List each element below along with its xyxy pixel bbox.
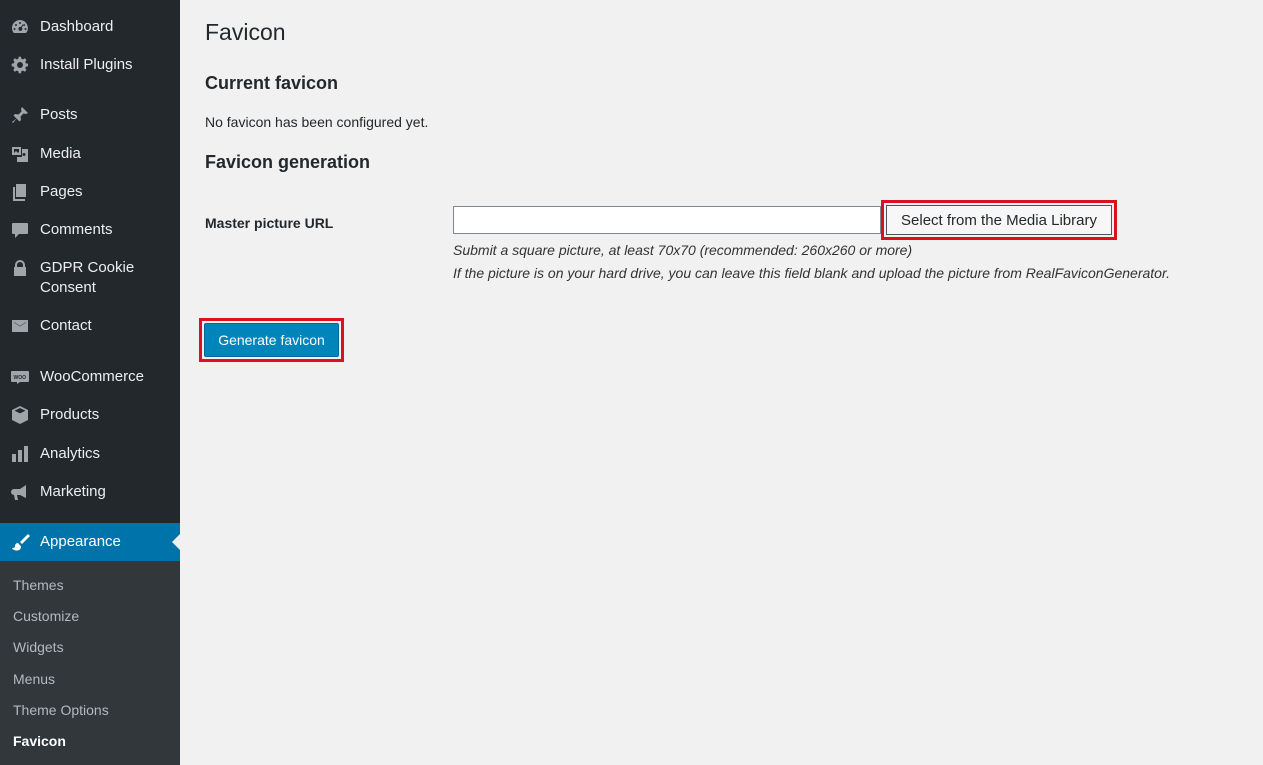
sidebar-item-appearance[interactable]: Appearance [0,523,180,561]
master-picture-url-input[interactable] [453,206,881,234]
upload-hint: If the picture is on your hard drive, yo… [453,265,1170,281]
sidebar-item-label: Dashboard [40,18,114,35]
sidebar-item-contact[interactable]: Contact [0,316,180,336]
media-button-highlight: Select from the Media Library [881,200,1117,240]
sidebar-item-woocommerce[interactable]: WOO WooCommerce [0,367,180,387]
submenu-item-themes[interactable]: Themes [13,576,64,594]
submenu-item-theme-options[interactable]: Theme Options [13,701,109,719]
gear-icon [9,55,31,75]
pages-icon [9,182,31,202]
sidebar-item-install-plugins[interactable]: Install Plugins [0,55,180,75]
sidebar-item-label: Comments [40,221,113,238]
submenu-item-favicon[interactable]: Favicon [13,732,66,750]
sidebar-item-label: Appearance [40,533,121,550]
bar-chart-icon [9,444,31,464]
dashboard-icon [9,17,31,37]
woo-icon: WOO [9,367,31,387]
comment-icon [9,220,31,240]
admin-sidebar: Dashboard Install Plugins Posts Media Pa… [0,0,180,765]
active-indicator [172,534,180,550]
submenu-item-menus[interactable]: Menus [13,670,55,688]
sidebar-item-dashboard[interactable]: Dashboard [0,17,180,37]
sidebar-item-label: Marketing [40,483,106,500]
box-icon [9,405,31,425]
sidebar-item-gdpr-cookie-consent[interactable]: GDPR Cookie Consent [0,258,180,298]
sidebar-item-label: Analytics [40,445,101,462]
current-favicon-status: No favicon has been configured yet. [205,114,429,130]
generate-button-highlight: Generate favicon [199,318,344,362]
svg-text:WOO: WOO [14,375,27,381]
media-icon [9,144,31,164]
sidebar-item-marketing[interactable]: Marketing [0,482,180,502]
sidebar-item-analytics[interactable]: Analytics [0,444,180,464]
sidebar-item-products[interactable]: Products [0,405,180,425]
sidebar-item-label: Contact [40,317,92,334]
sidebar-item-pages[interactable]: Pages [0,182,180,202]
sidebar-item-comments[interactable]: Comments [0,220,180,240]
favicon-generation-heading: Favicon generation [205,152,371,172]
submenu-item-widgets[interactable]: Widgets [13,638,64,656]
current-favicon-heading: Current favicon [205,73,339,93]
lock-icon [9,258,31,278]
picture-size-hint: Submit a square picture, at least 70x70 … [453,242,913,258]
main-content: Favicon Current favicon No favicon has b… [180,0,1263,765]
envelope-icon [9,316,31,336]
sidebar-item-label: Media [40,145,81,162]
paintbrush-icon [9,532,31,552]
page-title: Favicon [205,19,286,45]
sidebar-item-posts[interactable]: Posts [0,105,180,125]
sidebar-item-media[interactable]: Media [0,144,180,164]
pin-icon [9,105,31,125]
sidebar-item-label: Products [40,406,100,423]
appearance-submenu: Themes Customize Widgets Menus Theme Opt… [0,561,180,765]
sidebar-item-label: Posts [40,106,78,123]
sidebar-item-label: WooCommerce [40,368,144,385]
select-media-library-button[interactable]: Select from the Media Library [886,205,1112,235]
sidebar-item-label: Pages [40,183,83,200]
megaphone-icon [9,482,31,502]
generate-favicon-button[interactable]: Generate favicon [204,323,339,357]
sidebar-item-label: GDPR Cookie Consent [40,259,135,296]
master-picture-label: Master picture URL [205,215,334,231]
sidebar-item-label: Install Plugins [40,56,133,73]
submenu-item-customize[interactable]: Customize [13,607,79,625]
